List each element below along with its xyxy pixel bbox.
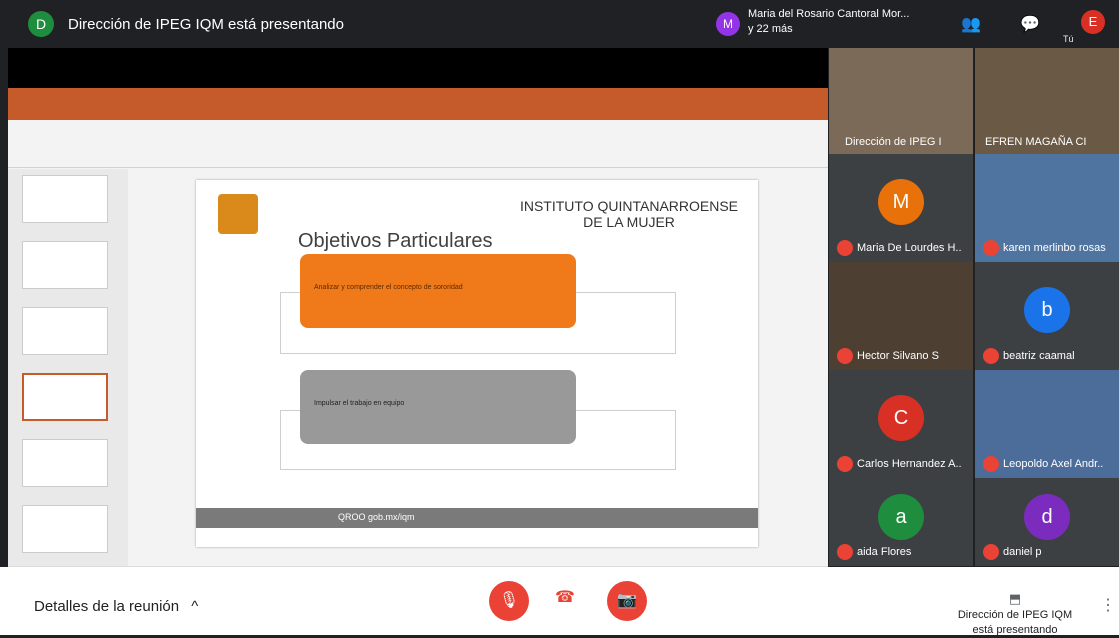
- slide-thumb: [22, 439, 108, 487]
- participant-count: y 22 más: [748, 23, 793, 35]
- slide-thumb: [22, 505, 108, 553]
- bottom-bar: Detalles de la reunión ^ 🎙 ☎ 📷 ⬒ Direcci…: [0, 567, 1119, 638]
- muted-mic-icon: [837, 544, 853, 560]
- chevron-up-icon: ^: [191, 598, 199, 615]
- participant-tile: M Maria De Lourdes H..: [829, 154, 973, 262]
- slide-logo: [218, 194, 258, 234]
- participant-name: Maria De Lourdes H..: [857, 242, 962, 254]
- participant-tile: b beatriz caamal: [975, 262, 1119, 370]
- camera-off-icon: 📷: [617, 592, 637, 609]
- people-icon[interactable]: 👥: [961, 14, 981, 34]
- participant-tile: Dirección de IPEG I: [829, 48, 973, 156]
- participant-tile: karen merlinbo rosas: [975, 154, 1119, 262]
- top-bar: D Dirección de IPEG IQM está presentando…: [0, 0, 1119, 48]
- participant-tile: C Carlos Hernandez A..: [829, 370, 973, 478]
- participant-name: EFREN MAGAÑA CI: [985, 136, 1087, 148]
- participant-avatar: M: [878, 178, 924, 225]
- muted-mic-icon: [983, 240, 999, 256]
- participant-name: beatriz caamal: [1003, 350, 1075, 362]
- objective-card-1-text: Analizar y comprender el concepto de sor…: [314, 284, 463, 291]
- hang-up-button[interactable]: ☎: [555, 587, 575, 607]
- powerpoint-window: INSTITUTO QUINTANARROENSE DE LA MUJER Ob…: [8, 88, 828, 576]
- ppt-tabs: [8, 106, 828, 120]
- slide-thumbnails: [8, 169, 128, 566]
- participant-tile: Hector Silvano S: [829, 262, 973, 370]
- you-avatar[interactable]: E: [1081, 10, 1105, 34]
- participant-tile: d daniel p: [975, 478, 1119, 566]
- slide-thumb: [22, 175, 108, 223]
- participant-tile: EFREN MAGAÑA CI: [975, 48, 1119, 156]
- participant-name: daniel p: [1003, 546, 1042, 558]
- muted-mic-icon: [837, 240, 853, 256]
- participant-avatar: M: [716, 12, 740, 36]
- present-icon: ⬒: [1008, 591, 1022, 606]
- participant-name: aida Flores: [857, 546, 912, 558]
- participant-name: Leopoldo Axel Andr..: [1003, 458, 1104, 470]
- slide-thumb-active: [22, 373, 108, 421]
- phone-hangup-icon: ☎: [555, 589, 575, 606]
- slide-thumb: [22, 307, 108, 355]
- mute-mic-button[interactable]: 🎙: [489, 581, 529, 621]
- ppt-title-bar: [8, 88, 828, 106]
- mic-off-icon: 🎙: [498, 592, 520, 609]
- participant-name: Carlos Hernandez A..: [857, 458, 962, 470]
- chat-icon[interactable]: 💬: [1020, 14, 1040, 34]
- participant-avatar: b: [1024, 286, 1070, 333]
- you-label: Tú: [1063, 34, 1074, 44]
- camera-off-button[interactable]: 📷: [607, 581, 647, 621]
- slide-thumb: [22, 241, 108, 289]
- presenting-status: ⬒ Dirección de IPEG IQM está presentando: [955, 591, 1075, 638]
- slide-footer-text: QROO gob.mx/iqm: [338, 512, 415, 522]
- participants-chip[interactable]: M Maria del Rosario Cantoral Mor... y 22…: [716, 6, 936, 42]
- muted-mic-icon: [983, 456, 999, 472]
- current-slide: INSTITUTO QUINTANARROENSE DE LA MUJER Ob…: [196, 180, 758, 547]
- presenting-status-text: Dirección de IPEG IQM está presentando: [957, 609, 1073, 636]
- presenting-title: Dirección de IPEG IQM está presentando: [68, 16, 344, 33]
- participant-tile: a aida Flores: [829, 478, 973, 566]
- slide-footer: QROO gob.mx/iqm: [196, 508, 758, 528]
- meeting-details-button[interactable]: Detalles de la reunión ^: [34, 598, 198, 615]
- slide-title: Objetivos Particulares: [298, 230, 493, 252]
- muted-mic-icon: [837, 348, 853, 364]
- presentation-stage: INSTITUTO QUINTANARROENSE DE LA MUJER Ob…: [8, 48, 828, 576]
- ppt-ribbon: [8, 120, 828, 168]
- more-options-icon[interactable]: ⋮: [1100, 595, 1116, 615]
- slide-org-title: INSTITUTO QUINTANARROENSE DE LA MUJER: [519, 198, 739, 230]
- objective-card-1: Analizar y comprender el concepto de sor…: [300, 254, 576, 328]
- participant-name: Hector Silvano S: [857, 350, 939, 362]
- muted-mic-icon: [983, 544, 999, 560]
- presenter-avatar: D: [28, 11, 54, 37]
- participant-name: Dirección de IPEG I: [845, 136, 942, 148]
- muted-mic-icon: [837, 456, 853, 472]
- muted-mic-icon: [983, 348, 999, 364]
- meeting-details-label: Detalles de la reunión: [34, 598, 180, 615]
- participant-avatar: a: [878, 493, 924, 540]
- participant-avatar: C: [878, 394, 924, 441]
- participant-name: karen merlinbo rosas: [1003, 242, 1106, 254]
- objective-card-2-text: Impulsar el trabajo en equipo: [314, 400, 405, 407]
- participant-name: Maria del Rosario Cantoral Mor...: [748, 8, 910, 20]
- participant-avatar: d: [1024, 493, 1070, 540]
- objective-card-2: Impulsar el trabajo en equipo: [300, 370, 576, 444]
- participant-tile: Leopoldo Axel Andr..: [975, 370, 1119, 478]
